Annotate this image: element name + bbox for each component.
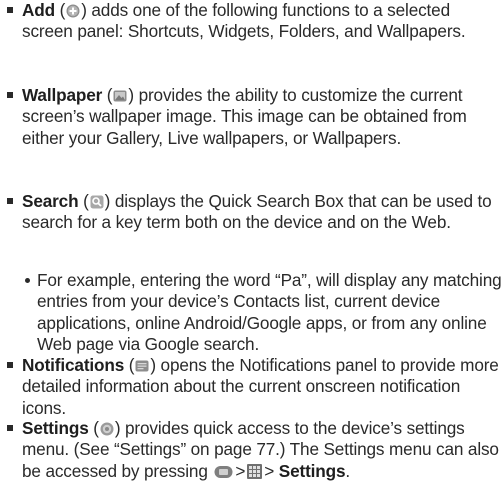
list-item-text: Settings () provides quick access to the… [22, 418, 499, 481]
list-item-add: Add () adds one of the following functio… [0, 0, 503, 43]
list-subitem-example: For example, entering the word “Pa”, wil… [0, 270, 503, 355]
round-bullet [25, 278, 30, 283]
add-circle-icon [66, 4, 80, 18]
square-bullet [7, 92, 13, 98]
list-item-notifications: Notifications () opens the Notifications… [0, 355, 503, 419]
item-title: Add [22, 0, 55, 20]
settings-final-label: Settings [278, 460, 346, 481]
list-item-text: Notifications () opens the Notifications… [22, 355, 499, 418]
list-item-wallpaper: Wallpaper () provides the ability to cus… [0, 85, 503, 149]
menu-key-icon [214, 465, 233, 479]
list-item-text: Wallpaper () provides the ability to cus… [22, 85, 467, 148]
settings-icon [100, 422, 114, 436]
square-bullet [7, 7, 13, 13]
apps-grid-icon [247, 463, 263, 479]
item-title: Notifications [22, 355, 125, 375]
square-bullet [7, 425, 13, 431]
square-bullet [7, 198, 13, 204]
square-bullet [7, 362, 13, 368]
item-title: Settings [22, 418, 89, 438]
list-item-settings: Settings () provides quick access to the… [0, 418, 503, 482]
item-title: Search [22, 191, 79, 211]
item-title: Wallpaper [22, 85, 103, 105]
list-item-search: Search () displays the Quick Search Box … [0, 191, 503, 234]
manual-page: Add () adds one of the following functio… [0, 0, 503, 504]
search-icon [90, 195, 104, 209]
list-subitem-text: For example, entering the word “Pa”, wil… [37, 270, 502, 354]
list-item-text: Search () displays the Quick Search Box … [22, 191, 492, 233]
wallpaper-icon [113, 89, 127, 103]
list-item-text: Add () adds one of the following functio… [22, 0, 466, 42]
notifications-icon [135, 359, 149, 373]
